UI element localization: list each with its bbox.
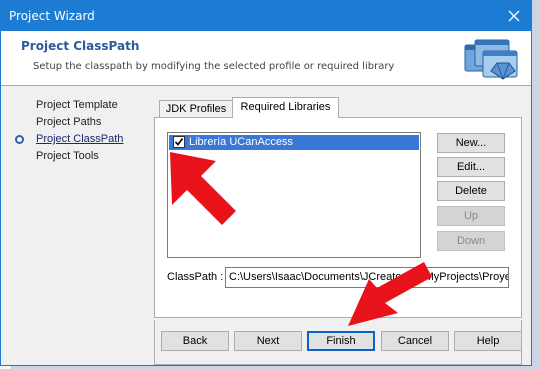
classpath-field[interactable]: C:\Users\Isaac\Documents\JCreator LE\MyP…	[225, 267, 509, 288]
close-icon	[508, 10, 520, 22]
current-step-bullet-icon	[15, 135, 24, 144]
wizard-footer: Back Next Finish Cancel Help	[154, 320, 522, 365]
required-libraries-panel: Librería UCanAccess New... Edit... Delet…	[154, 117, 522, 318]
close-button[interactable]	[497, 1, 531, 31]
project-wizard-dialog: Project Wizard Project ClassPath Setup t…	[0, 0, 532, 366]
tab-jdk-profiles[interactable]: JDK Profiles	[159, 100, 233, 118]
move-down-button[interactable]: Down	[437, 231, 505, 251]
back-button[interactable]: Back	[161, 331, 229, 351]
cancel-button[interactable]: Cancel	[381, 331, 449, 351]
wizard-header: Project ClassPath Setup the classpath by…	[1, 31, 531, 86]
wizard-steps-nav: Project Template Project Paths Project C…	[15, 97, 145, 165]
library-label: Librería UCanAccess	[189, 136, 293, 148]
finish-button[interactable]: Finish	[307, 331, 375, 351]
next-button[interactable]: Next	[234, 331, 302, 351]
checkmark-icon	[174, 138, 184, 146]
list-item[interactable]: Librería UCanAccess	[169, 135, 419, 150]
nav-item-project-classpath[interactable]: Project ClassPath	[15, 131, 145, 148]
new-library-button[interactable]: New...	[437, 133, 505, 153]
classpath-label: ClassPath :	[167, 271, 224, 283]
library-checkbox[interactable]	[173, 136, 185, 148]
nav-item-project-template[interactable]: Project Template	[15, 97, 145, 114]
delete-library-button[interactable]: Delete	[437, 181, 505, 201]
library-list[interactable]: Librería UCanAccess	[167, 132, 421, 258]
help-button[interactable]: Help	[454, 331, 522, 351]
nav-item-label: Project ClassPath	[36, 133, 124, 145]
nav-item-label: Project Tools	[36, 150, 99, 162]
nav-item-label: Project Template	[36, 99, 118, 111]
edit-library-button[interactable]: Edit...	[437, 157, 505, 177]
nav-item-label: Project Paths	[36, 116, 102, 128]
wizard-windows-icon	[464, 39, 518, 80]
title-bar[interactable]: Project Wizard	[1, 1, 531, 31]
move-up-button[interactable]: Up	[437, 206, 505, 226]
window-title: Project Wizard	[9, 9, 95, 23]
page-title: Project ClassPath	[21, 39, 140, 53]
page-subtitle: Setup the classpath by modifying the sel…	[33, 61, 395, 72]
tab-required-libraries[interactable]: Required Libraries	[232, 97, 339, 118]
nav-item-project-paths[interactable]: Project Paths	[15, 114, 145, 131]
nav-item-project-tools[interactable]: Project Tools	[15, 148, 145, 165]
